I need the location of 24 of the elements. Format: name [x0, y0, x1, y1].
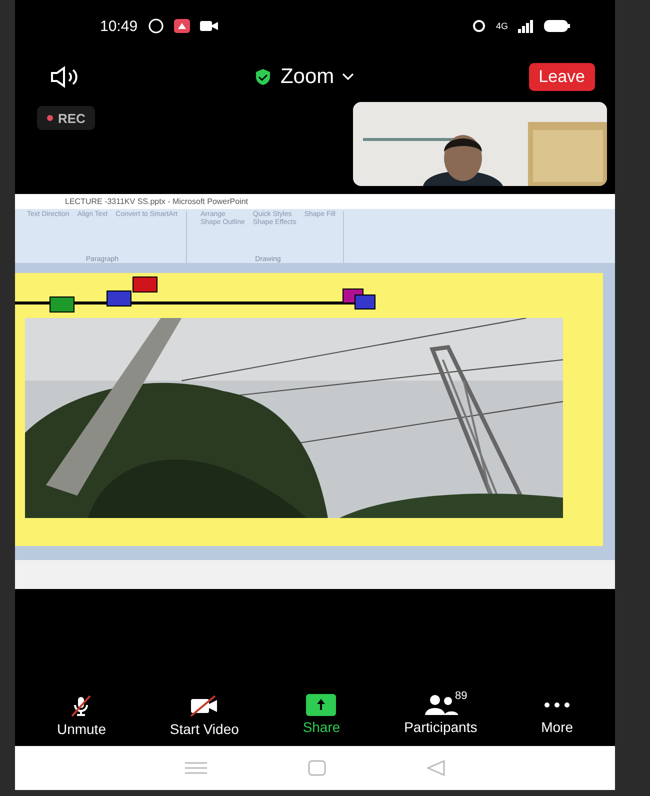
toolbar-button[interactable]: Share — [302, 694, 340, 746]
recording-indicator: REC — [37, 106, 96, 130]
chevron-down-icon — [342, 73, 354, 81]
shield-icon — [254, 68, 272, 86]
toolbar-button[interactable]: More — [541, 694, 574, 746]
camera-icon — [200, 21, 218, 31]
meeting-title[interactable]: Zoom — [254, 65, 354, 89]
toolbar-button[interactable]: Unmute — [56, 694, 106, 746]
menu-icon[interactable] — [185, 762, 208, 774]
signal-icon — [518, 20, 534, 32]
toolbar-button[interactable]: Start Video — [170, 694, 239, 746]
back-triangle-icon[interactable] — [426, 760, 445, 776]
network-label: 4G — [496, 21, 508, 31]
clock: 10:49 — [100, 18, 138, 34]
home-square-icon[interactable] — [308, 760, 326, 776]
more-dots-icon — [544, 702, 570, 708]
participant-count: 89 — [454, 690, 468, 702]
battery-icon — [544, 20, 570, 32]
app-notification-icon — [174, 19, 190, 33]
camera-muted-icon — [189, 694, 220, 718]
window-title: LECTURE -3311KV SS.pptx - Microsoft PowerPoint — [64, 196, 250, 208]
microphone-muted-icon — [69, 694, 94, 718]
leave-button[interactable]: Leave — [528, 63, 595, 91]
speaker-icon[interactable] — [50, 66, 80, 88]
